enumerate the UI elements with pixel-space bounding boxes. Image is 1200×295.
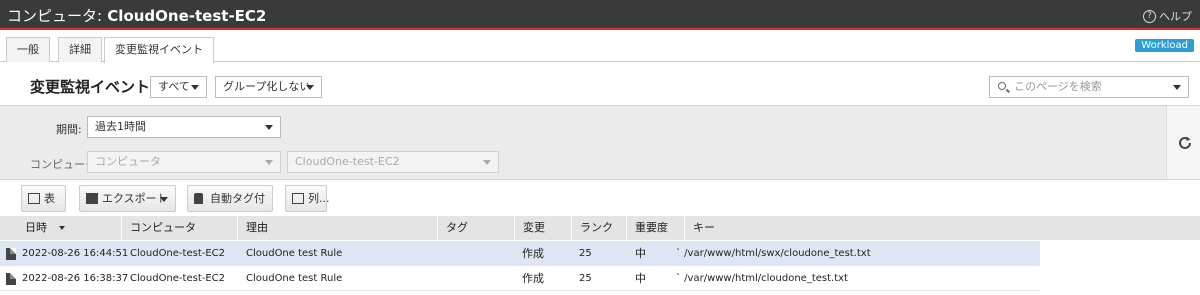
cell-datetime: 2022-08-26 16:38:37 — [22, 273, 129, 284]
computer-name: CloudOne-test-EC2 — [107, 7, 267, 25]
grouping-label: グループ化しない — [223, 80, 311, 93]
grouping-dropdown[interactable]: グループ化しない — [215, 76, 322, 98]
table-row[interactable]: 2022-08-26 16:44:51 CloudOne-test-EC2 Cl… — [0, 241, 1040, 266]
chevron-down-icon — [191, 85, 199, 90]
cell-datetime: 2022-08-26 16:44:51 — [22, 248, 129, 259]
page-title: 変更監視イベント — [30, 78, 151, 96]
help-label: ヘルプ — [1159, 10, 1192, 23]
tab-general[interactable]: 一般 — [6, 37, 50, 62]
tag-icon — [194, 193, 203, 204]
list-view-icon — [28, 193, 40, 204]
tab-bar: 一般 詳細 変更監視イベント Workload — [0, 32, 1200, 63]
cell-reason: CloudOne test Rule — [246, 248, 343, 259]
export-icon — [86, 193, 98, 204]
cell-computer: CloudOne-test-EC2 — [130, 273, 226, 284]
chevron-down-icon — [483, 160, 491, 165]
cell-severity: 中 — [635, 247, 646, 260]
chevron-down-icon[interactable] — [1173, 85, 1181, 90]
computer-name-dropdown: CloudOne-test-EC2 — [287, 151, 499, 173]
export-label: エクスポート — [102, 192, 168, 205]
chevron-down-icon — [160, 197, 168, 202]
cell-rank: 25 — [579, 248, 592, 259]
filter-all-label: すべて — [158, 80, 190, 93]
period-value: 過去1時間 — [95, 120, 146, 133]
chevron-down-icon — [265, 125, 273, 130]
question-circle-icon: ? — [1143, 9, 1156, 23]
column-computer[interactable]: コンピュータ — [122, 216, 238, 240]
chevron-down-icon — [265, 160, 273, 165]
period-dropdown[interactable]: 過去1時間 — [87, 116, 281, 138]
table-row[interactable]: 2022-08-26 16:38:37 CloudOne-test-EC2 Cl… — [0, 266, 1040, 291]
cell-change: 作成 — [522, 247, 544, 260]
page-header: 変更監視イベント すべて グループ化しない このページを検索 — [0, 63, 1200, 105]
view-button[interactable]: 表示 — [21, 185, 66, 230]
filter-panel: 期間: 過去1時間 コンピュータ: コンピュータ CloudOne-test-E… — [0, 105, 1166, 180]
search-icon — [998, 82, 1006, 90]
title-bar: コンピュータ: CloudOne-test-EC2 ? ヘルプ — [0, 0, 1200, 30]
column-tag[interactable]: タグ — [438, 216, 515, 240]
cell-rank: 25 — [579, 273, 592, 284]
columns-button[interactable]: 列... — [285, 185, 330, 212]
computer-name-value: CloudOne-test-EC2 — [295, 155, 400, 168]
export-button[interactable]: エクスポート — [79, 185, 176, 212]
search-input[interactable]: このページを検索 — [989, 76, 1189, 98]
column-severity[interactable]: 重要度 — [627, 216, 685, 240]
cell-severity: 中 — [635, 272, 646, 285]
column-change[interactable]: 変更 — [515, 216, 572, 240]
auto-tag-button[interactable]: 自動タグ付け... — [187, 185, 273, 230]
tab-integrity-events[interactable]: 変更監視イベント — [104, 37, 214, 63]
help-link[interactable]: ? ヘルプ — [1143, 8, 1192, 24]
refresh-button[interactable] — [1166, 105, 1200, 180]
column-datetime-label: 日時 — [25, 221, 47, 234]
chevron-down-icon — [306, 85, 314, 90]
sort-desc-icon — [58, 226, 65, 230]
document-icon — [6, 273, 16, 285]
column-datetime[interactable]: 日時 — [0, 216, 122, 240]
computer-value: コンピュータ — [95, 155, 161, 168]
columns-label: 列... — [308, 192, 330, 205]
cell-key: ` /var/www/html/swx/cloudone_test.txt — [676, 248, 871, 259]
title-prefix: コンピュータ: — [7, 7, 103, 25]
filter-all-dropdown[interactable]: すべて — [150, 76, 207, 98]
cell-key: ` /var/www/html/cloudone_test.txt — [676, 273, 848, 284]
search-placeholder: このページを検索 — [1014, 80, 1102, 93]
tab-details[interactable]: 詳細 — [58, 37, 102, 62]
cell-computer: CloudOne-test-EC2 — [130, 248, 226, 259]
columns-icon — [292, 193, 304, 204]
period-label: 期間: — [56, 123, 82, 136]
computer-dropdown: コンピュータ — [87, 151, 281, 173]
window-title: コンピュータ: CloudOne-test-EC2 — [7, 5, 266, 26]
cell-reason: CloudOne test Rule — [246, 273, 343, 284]
column-rank[interactable]: ランク — [572, 216, 627, 240]
table-header: 日時 コンピュータ 理由 タグ 変更 ランク 重要度 キー — [0, 216, 1200, 240]
workload-badge[interactable]: Workload — [1135, 39, 1194, 52]
refresh-icon — [1179, 136, 1191, 149]
cell-change: 作成 — [522, 272, 544, 285]
document-icon — [6, 248, 16, 260]
column-reason[interactable]: 理由 — [238, 216, 438, 240]
toolbar: 表示 エクスポート 自動タグ付け... 列... — [0, 180, 1200, 230]
column-key[interactable]: キー — [685, 216, 1040, 240]
